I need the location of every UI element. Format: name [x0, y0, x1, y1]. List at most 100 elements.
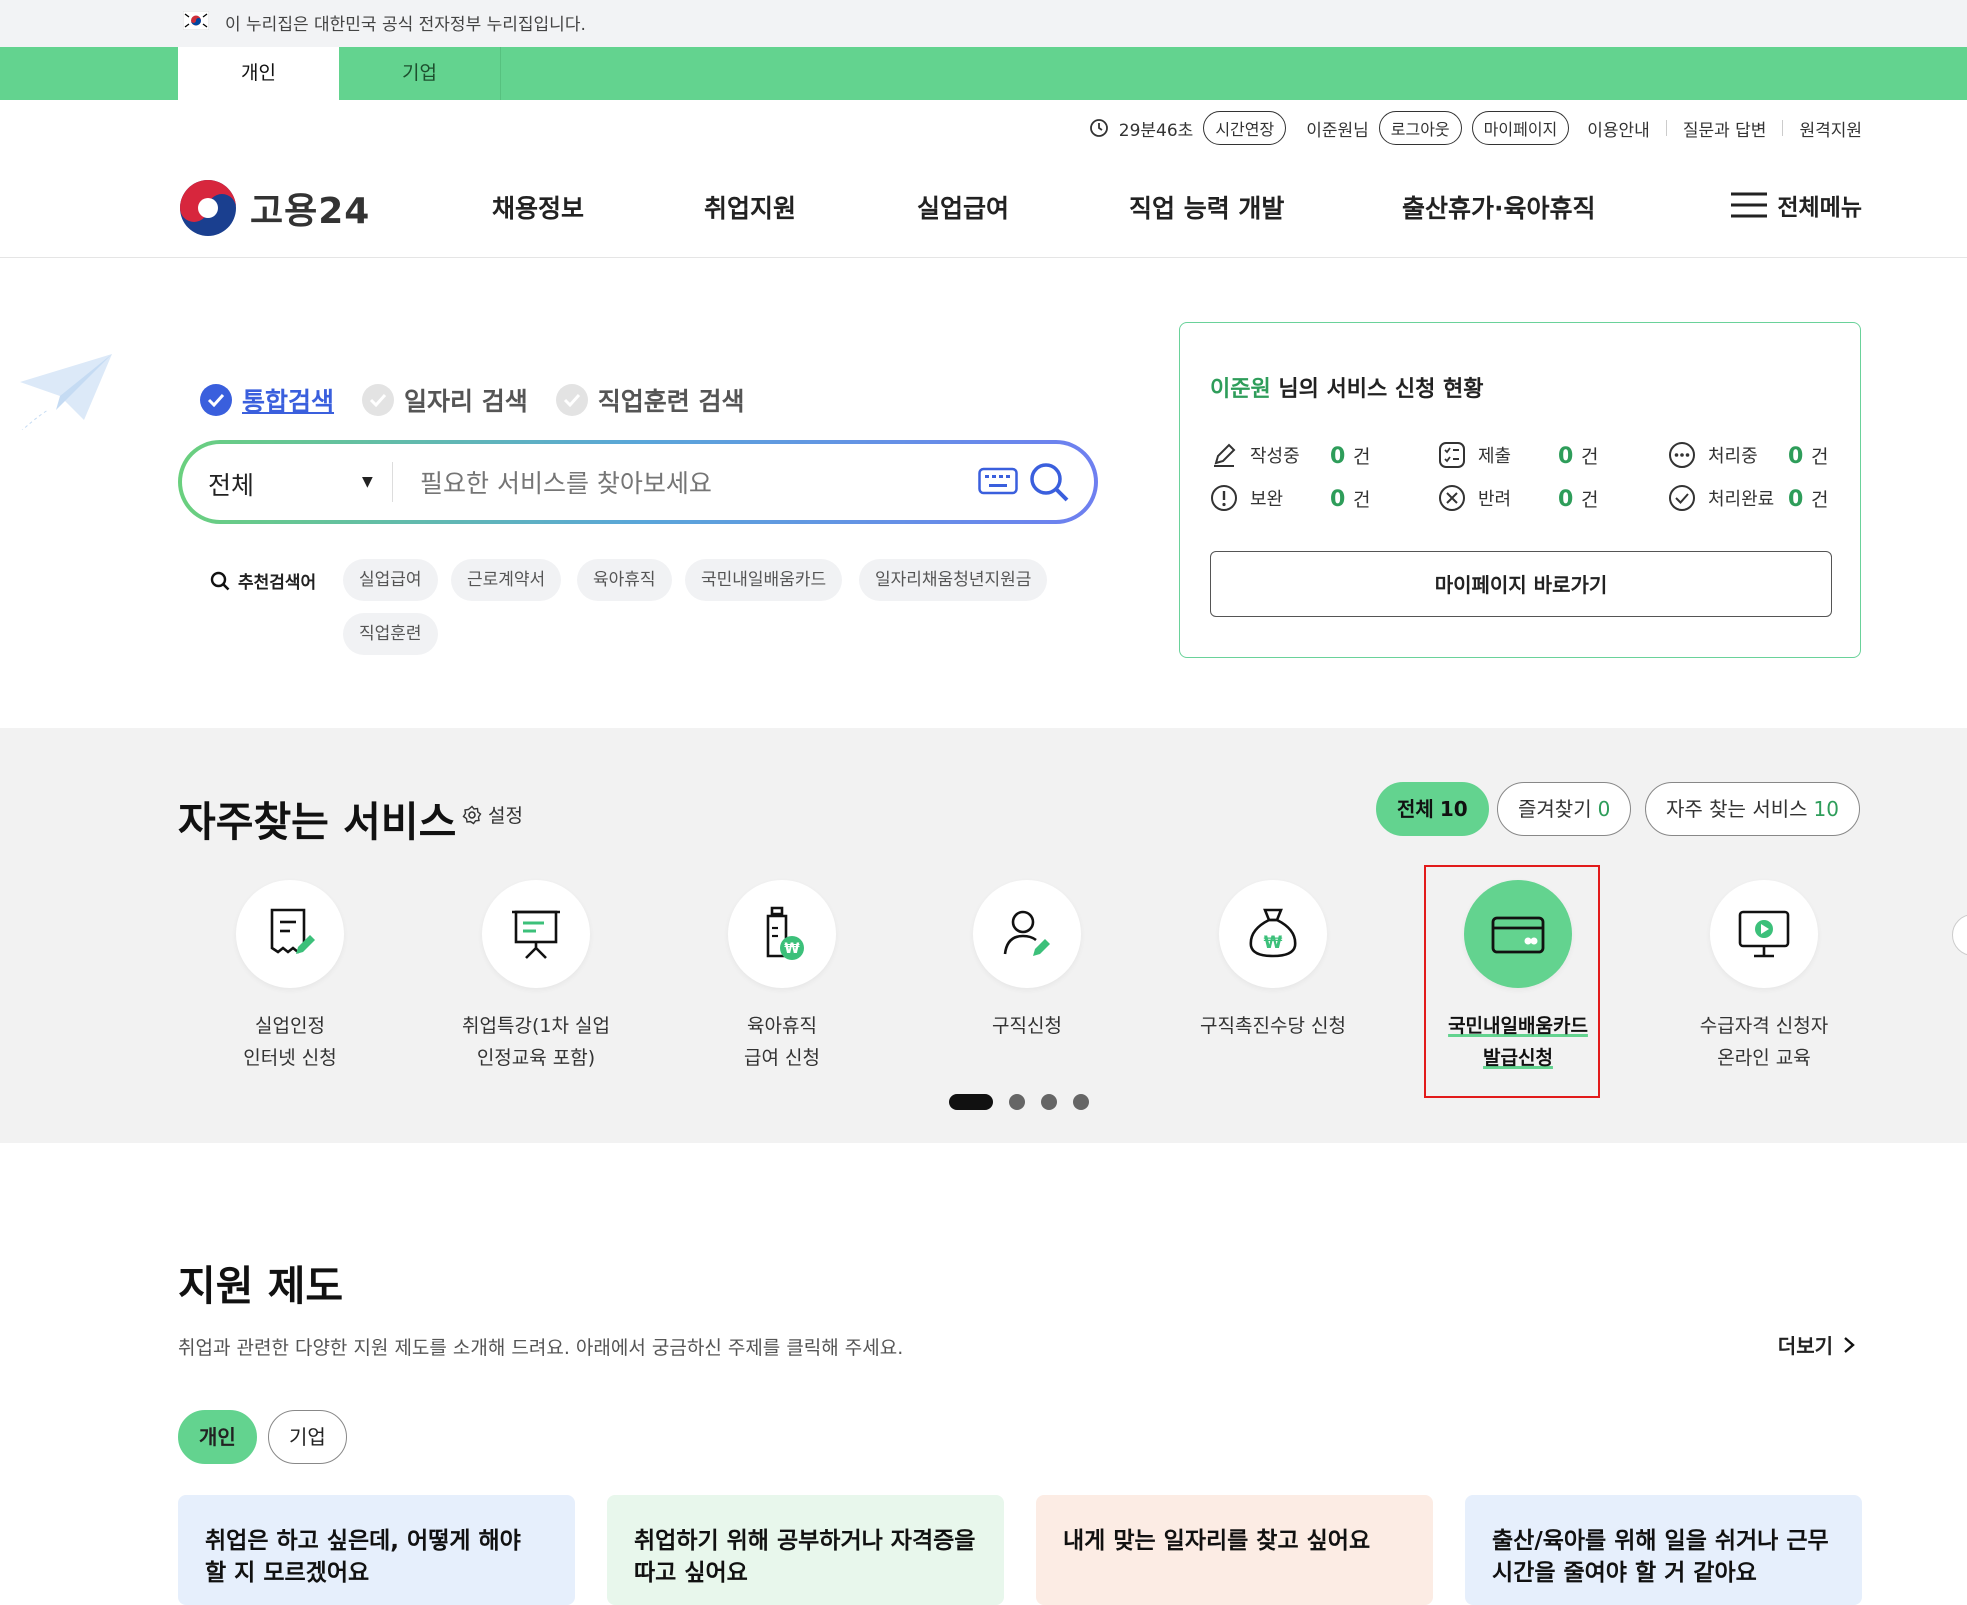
application-status-card: 이준원 님의 서비스 신청 현황 작성중 0 건 제출 0 건 처리중 0 건 …: [1179, 322, 1861, 658]
support-tab-company[interactable]: 기업: [268, 1410, 347, 1464]
status-item-drafting[interactable]: 작성중 0 건: [1210, 441, 1370, 469]
status-unit: 건: [1352, 445, 1371, 468]
search-box: 전체 ▼: [178, 440, 1098, 524]
service-label: 취업특강(1차 실업 인정교육 포함): [462, 1015, 610, 1069]
tab-label: 직업훈련 검색: [597, 387, 745, 416]
qna-link[interactable]: 질문과 답변: [1683, 116, 1767, 141]
page-dot[interactable]: [1041, 1094, 1057, 1110]
taegeuk-logo-icon: [180, 180, 236, 236]
service-icon-circle: [236, 880, 344, 988]
tab-integrated-search[interactable]: 통합검색: [200, 382, 334, 418]
tab-company[interactable]: 기업: [339, 47, 501, 100]
svg-text:₩: ₩: [1264, 933, 1283, 953]
more-link[interactable]: 더보기: [1778, 1330, 1855, 1359]
service-parental-leave-benefit[interactable]: ₩ 육아휴직 급여 신청: [682, 880, 882, 1074]
logout-button[interactable]: 로그아웃: [1378, 111, 1462, 145]
filter-favorites[interactable]: 즐겨찾기 0: [1497, 782, 1632, 836]
filter-count: 0: [1597, 797, 1611, 821]
nav-item-job-training[interactable]: 직업 능력 개발: [1129, 189, 1284, 225]
keyword-chip[interactable]: 육아휴직: [577, 559, 672, 601]
remote-support-link[interactable]: 원격지원: [1799, 116, 1862, 141]
monitor-play-icon: [1738, 910, 1790, 958]
check-icon: [555, 384, 588, 416]
status-label: 제출: [1478, 446, 1512, 467]
tab-personal[interactable]: 개인: [178, 47, 339, 100]
support-title: 지원 제도: [178, 1262, 344, 1310]
keyword-chip[interactable]: 국민내일배움카드: [685, 559, 843, 601]
nav-item-unemployment-benefit[interactable]: 실업급여: [917, 189, 1009, 225]
guide-link[interactable]: 이용안내: [1587, 116, 1650, 141]
user-name: 이준원님: [1306, 120, 1369, 141]
gov-banner-text: 이 누리집은 대한민국 공식 전자정부 누리집입니다.: [225, 15, 586, 35]
filter-label: 즐겨찾기: [1518, 797, 1592, 821]
divider: [392, 462, 393, 502]
keyboard-icon[interactable]: [978, 466, 1018, 496]
session-timer: 29분46초: [1118, 120, 1194, 141]
tab-training-search[interactable]: 직업훈련 검색: [555, 382, 745, 418]
go-to-mypage-button[interactable]: 마이페이지 바로가기: [1210, 551, 1832, 617]
page-dot[interactable]: [1073, 1094, 1089, 1110]
page-dot[interactable]: [1009, 1094, 1025, 1110]
status-item-completed[interactable]: 처리완료 0 건: [1668, 484, 1828, 512]
baby-bottle-won-icon: ₩: [766, 906, 804, 960]
service-label: 육아휴직 급여 신청: [744, 1015, 820, 1069]
settings-button[interactable]: 설정: [462, 801, 523, 828]
search-type-tabs: 통합검색 일자리 검색 직업훈련 검색: [200, 382, 744, 418]
status-item-processing[interactable]: 처리중 0 건: [1668, 441, 1828, 469]
ellipsis-circle-icon: [1669, 442, 1695, 468]
support-description: 취업과 관련한 다양한 지원 제도를 소개해 드려요. 아래에서 궁금하신 주제…: [178, 1337, 904, 1359]
status-user-name: 이준원: [1210, 377, 1271, 402]
status-item-rejected[interactable]: 반려 0 건: [1438, 484, 1598, 512]
nav-item-jobs[interactable]: 채용정보: [492, 189, 584, 225]
status-title-text: 님의 서비스 신청 현황: [1270, 377, 1484, 402]
search-icon[interactable]: [1027, 460, 1071, 504]
user-type-bar: 개인 기업: [0, 47, 1967, 100]
search-icon: [210, 571, 230, 590]
search-input[interactable]: [418, 460, 962, 506]
pencil-icon: [1214, 443, 1236, 467]
support-tab-personal[interactable]: 개인: [178, 1410, 257, 1464]
page-dot[interactable]: [949, 1094, 993, 1110]
filter-frequent[interactable]: 자주 찾는 서비스 10: [1645, 782, 1860, 836]
settings-label: 설정: [488, 805, 523, 827]
person-edit-icon: [1003, 910, 1050, 956]
logo[interactable]: 고용24: [178, 178, 370, 238]
service-unemployment-recognition[interactable]: 실업인정 인터넷 신청: [190, 880, 390, 1074]
chevron-right-icon: [1844, 1336, 1855, 1353]
tab-label: 일자리 검색: [404, 387, 528, 416]
caret-down-icon[interactable]: ▼: [362, 474, 373, 490]
extend-session-button[interactable]: 시간연장: [1203, 111, 1287, 145]
service-job-seeking-allowance[interactable]: ₩ 구직촉진수당 신청: [1173, 880, 1373, 1042]
status-item-supplement[interactable]: 보완 0 건: [1210, 484, 1370, 512]
nav-item-parental-leave[interactable]: 출산휴가·육아휴직: [1402, 189, 1596, 225]
filter-all[interactable]: 전체 10: [1376, 782, 1489, 836]
status-count: 0: [1788, 443, 1804, 469]
tab-job-search[interactable]: 일자리 검색: [362, 382, 528, 418]
status-item-submitted[interactable]: 제출 0 건: [1438, 441, 1598, 469]
support-card[interactable]: 내게 맞는 일자리를 찾고 싶어요: [1036, 1495, 1433, 1605]
service-online-education[interactable]: 수급자격 신청자 온라인 교육: [1664, 880, 1864, 1074]
service-label: 실업인정 인터넷 신청: [243, 1015, 337, 1069]
keyword-chip[interactable]: 실업급여: [343, 559, 438, 601]
search-category-select[interactable]: 전체: [208, 466, 254, 502]
frequent-services-title: 자주찾는 서비스: [178, 798, 457, 846]
service-employment-lecture[interactable]: 취업특강(1차 실업 인정교육 포함): [436, 880, 636, 1074]
keyword-chip[interactable]: 근로계약서: [451, 559, 562, 601]
status-count: 0: [1788, 486, 1804, 512]
tab-label: 통합검색: [242, 387, 335, 416]
support-card[interactable]: 취업하기 위해 공부하거나 자격증을 따고 싶어요: [607, 1495, 1004, 1605]
mypage-link[interactable]: 마이페이지: [1471, 111, 1570, 145]
keyword-chip[interactable]: 일자리채움청년지원금: [859, 559, 1048, 601]
all-menu-button[interactable]: 전체메뉴: [1731, 188, 1862, 222]
document-edit-icon: [270, 908, 315, 954]
service-icon-circle: [1710, 880, 1818, 988]
presentation-board-icon: [512, 910, 560, 959]
support-card[interactable]: 취업은 하고 싶은데, 어떻게 해야 할 지 모르겠어요: [178, 1495, 575, 1605]
nav-item-employment-support[interactable]: 취업지원: [704, 189, 796, 225]
status-label: 처리완료: [1708, 489, 1775, 510]
service-icon-circle: [973, 880, 1081, 988]
service-job-application[interactable]: 구직신청: [927, 880, 1127, 1042]
support-card[interactable]: 출산/육아를 위해 일을 쉬거나 근무 시간을 줄여야 할 거 같아요: [1465, 1495, 1862, 1605]
status-count: 0: [1330, 443, 1346, 469]
keyword-chip[interactable]: 직업훈련: [343, 613, 438, 655]
